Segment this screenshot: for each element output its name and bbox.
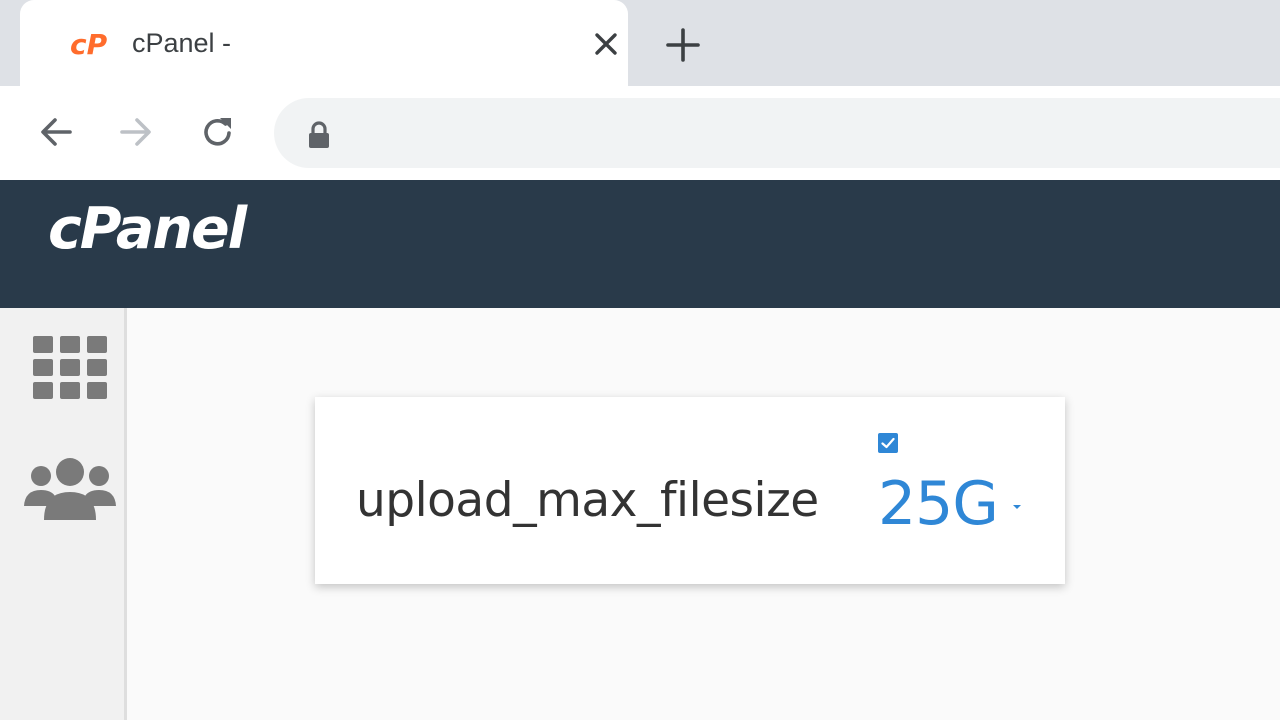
back-arrow-icon[interactable] (36, 112, 76, 152)
browser-toolbar (0, 86, 1280, 180)
chevron-down-icon[interactable] (1012, 503, 1022, 511)
setting-value-select[interactable]: 25G (878, 469, 999, 539)
cpanel-brand-logo[interactable]: cPanel (48, 196, 247, 262)
setting-checkbox[interactable] (878, 433, 898, 453)
setting-name-label: upload_max_filesize (356, 473, 819, 528)
sidebar (0, 308, 127, 720)
users-icon[interactable] (24, 456, 116, 522)
forward-arrow-icon[interactable] (116, 112, 156, 152)
tab-title: cPanel - (132, 28, 232, 58)
lock-icon[interactable] (306, 120, 332, 150)
setting-card: upload_max_filesize 25G (315, 397, 1065, 584)
reload-icon[interactable] (198, 112, 238, 152)
browser-tab-strip: cP cPanel - (0, 0, 1280, 86)
cpanel-logo-icon: cP (70, 29, 108, 59)
address-bar[interactable] (274, 98, 1280, 168)
apps-grid-icon[interactable] (33, 336, 107, 400)
close-icon[interactable] (590, 28, 622, 60)
svg-text:cP: cP (70, 29, 108, 59)
browser-tab[interactable]: cP cPanel - (20, 0, 628, 86)
new-tab-plus-icon[interactable] (664, 26, 702, 64)
